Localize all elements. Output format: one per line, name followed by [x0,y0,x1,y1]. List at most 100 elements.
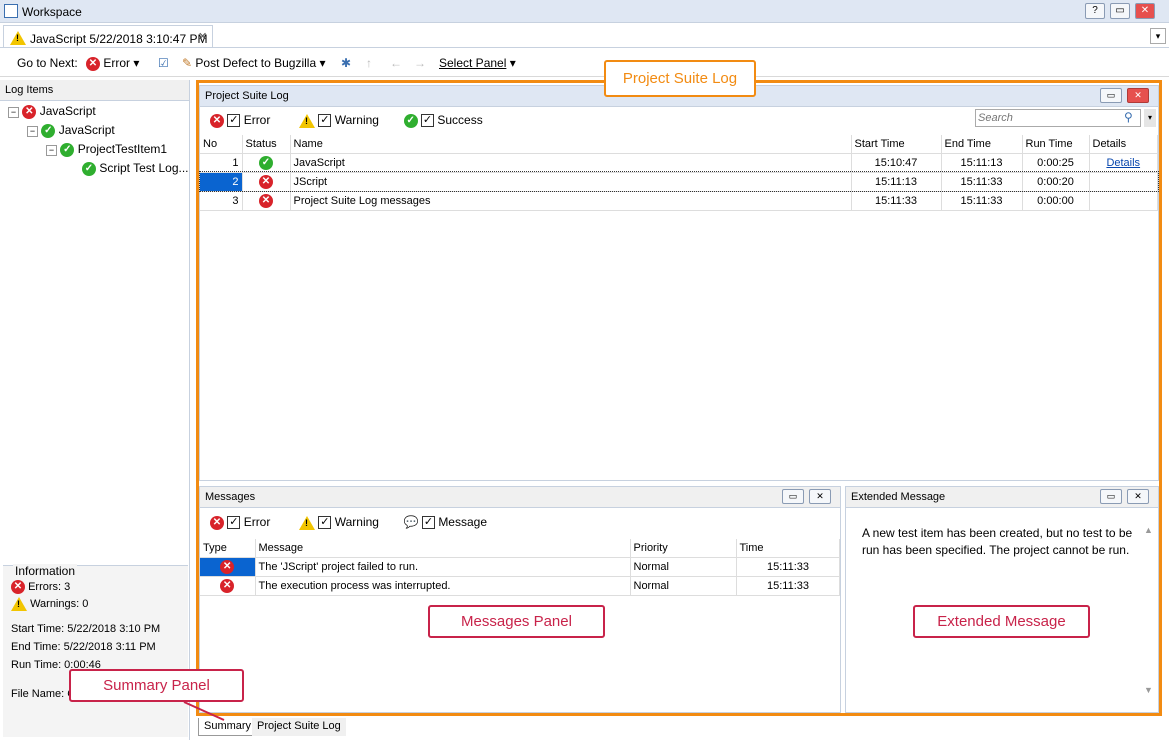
success-filter-checkbox[interactable]: ✓ [421,114,435,128]
collapse-icon[interactable]: − [8,107,19,118]
col-end-time[interactable]: End Time [941,135,1023,154]
close-button[interactable]: ✕ [1135,3,1155,19]
go-to-next-label: Go to Next: [17,56,78,70]
error-icon: ✕ [259,174,273,189]
table-row[interactable]: ✕ The 'JScript' project failed to run. N… [200,557,840,577]
tree-item-script-test-log[interactable]: ✓ Script Test Log... [82,161,189,176]
scroll-down-icon[interactable]: ▼ [1144,685,1153,695]
panel-restore-button[interactable]: ▭ [1100,489,1122,504]
error-icon: ✕ [22,104,37,119]
start-time: Start Time: 5/22/2018 3:10 PM [11,623,161,635]
tree-item-project-test-item[interactable]: − ✓ ProjectTestItem1 [46,142,167,157]
restore-button[interactable]: ▭ [1110,3,1130,19]
search-dropdown-icon[interactable]: ▾ [1144,109,1156,127]
toolbar: Go to Next: ✕ Error ▾ ☑ ✎ Post Defect to… [0,49,1169,77]
col-priority[interactable]: Priority [630,539,737,558]
error-icon: ✕ [86,56,100,71]
errors-count: ✕ Errors: 3 [11,580,70,594]
arrow-left-icon[interactable]: ← [390,56,402,70]
extended-title: Extended Message [851,491,946,503]
warning-filter-checkbox[interactable]: ✓ [318,516,332,530]
success-icon: ✓ [403,113,418,128]
document-tab-bar: ! JavaScript 5/22/2018 3:10:47 PM ✕ ▾ [0,23,1169,48]
table-row[interactable]: 1 ✓ JavaScript 15:10:47 15:11:13 0:00:25… [200,153,1158,173]
error-filter-checkbox[interactable]: ✓ [227,516,241,530]
go-to-next-error-dropdown[interactable]: ✕ Error ▾ [86,56,139,71]
bug-icon[interactable]: ✱ [341,56,351,70]
details-link[interactable]: Details [1106,157,1140,169]
col-run-time[interactable]: Run Time [1022,135,1090,154]
col-no[interactable]: No [200,135,243,154]
log-warning-icon: ! [10,30,26,45]
col-details[interactable]: Details [1089,135,1158,154]
help-button[interactable]: ? [1085,3,1105,19]
tree-item-javascript-root[interactable]: − ✕ JavaScript [8,104,96,119]
collapse-icon[interactable]: − [46,145,57,156]
message-filter-checkbox[interactable]: ✓ [421,516,435,530]
messages-table: Type Message Priority Time ✕ The 'JScrip… [200,539,840,596]
panel-restore-button[interactable]: ▭ [782,489,804,504]
error-icon: ✕ [210,515,224,530]
message-bubble-icon: 💬 [403,515,419,529]
panel-close-button[interactable]: ✕ [1127,88,1149,103]
warning-icon: ! [299,113,316,128]
search-input[interactable] [978,111,1118,125]
error-filter-checkbox[interactable]: ✓ [227,114,241,128]
tree-item-javascript[interactable]: − ✓ JavaScript [27,123,115,138]
bug-report-icon: ✎ [182,56,193,70]
success-icon: ✓ [259,155,273,170]
end-time: End Time: 5/22/2018 3:11 PM [11,641,156,653]
search-icon[interactable]: ⚲ [1124,110,1133,124]
table-row-selected[interactable]: 2 ✕ JScript 15:11:13 15:11:33 0:00:20 [199,171,1159,192]
check-icon[interactable]: ☑ [158,56,169,70]
table-row[interactable]: 3 ✕ Project Suite Log messages 15:11:33 … [200,191,1158,211]
messages-header: Messages ▭ ✕ [200,487,840,508]
messages-filters: ✕ ✓ Error ! ✓ Warning 💬 ✓ Message [210,515,487,530]
close-tab-icon[interactable]: ✕ [198,30,207,43]
callout-summary-panel: Summary Panel [69,669,244,702]
error-icon: ✕ [210,113,224,128]
suite-log-title: Project Suite Log [205,90,289,102]
document-tab[interactable]: ! JavaScript 5/22/2018 3:10:47 PM ✕ [3,25,213,47]
tab-project-suite-log[interactable]: Project Suite Log [252,718,346,736]
window-title: Workspace [22,5,82,19]
collapse-icon[interactable]: − [27,126,38,137]
col-start-time[interactable]: Start Time [851,135,942,154]
messages-title: Messages [205,491,256,503]
error-icon: ✕ [259,193,273,208]
workspace-icon [4,4,18,18]
window-title-bar: Workspace ? ▭ ✕ [0,0,1169,23]
panel-close-button[interactable]: ✕ [1127,489,1149,504]
file-name: File Name: C [11,688,76,700]
error-icon: ✕ [220,559,235,574]
table-header-row: Type Message Priority Time [200,539,840,558]
suite-log-table: No Status Name Start Time End Time Run T… [199,135,1159,211]
arrow-up-icon[interactable]: ↑ [366,56,372,70]
warning-filter-checkbox[interactable]: ✓ [318,114,332,128]
col-time[interactable]: Time [736,539,840,558]
select-panel-dropdown[interactable]: Select Panel ▾ [439,56,516,70]
warnings-count: ! Warnings: 0 [11,597,88,611]
extended-header: Extended Message ▭ ✕ [846,487,1158,508]
extended-message-text: A new test item has been created, but no… [862,526,1133,557]
table-row[interactable]: ✕ The execution process was interrupted.… [200,576,840,596]
col-status[interactable]: Status [242,135,291,154]
error-icon: ✕ [220,578,235,593]
log-items-header: Log Items [0,80,189,101]
messages-panel: Messages ▭ ✕ ✕ ✓ Error ! ✓ Warning 💬 ✓ M… [199,486,841,713]
information-panel: Information ✕ Errors: 3 ! Warnings: 0 St… [3,564,188,737]
callout-messages-panel: Messages Panel [428,605,605,638]
col-type[interactable]: Type [200,539,256,558]
scroll-up-icon[interactable]: ▲ [1144,525,1153,535]
panel-close-button[interactable]: ✕ [809,489,831,504]
tab-list-dropdown[interactable]: ▾ [1150,28,1166,44]
success-icon: ✓ [60,142,75,157]
post-defect-button[interactable]: ✎ Post Defect to Bugzilla ▾ [182,56,326,70]
col-message[interactable]: Message [255,539,631,558]
success-icon: ✓ [41,123,56,138]
table-header-row: No Status Name Start Time End Time Run T… [200,135,1158,154]
project-suite-log-panel: Project Suite Log ▭ ✕ ✕ ✓ Error ! ✓ Warn… [199,85,1159,481]
panel-restore-button[interactable]: ▭ [1100,88,1122,103]
col-name[interactable]: Name [290,135,852,154]
arrow-right-icon[interactable]: → [414,56,426,70]
